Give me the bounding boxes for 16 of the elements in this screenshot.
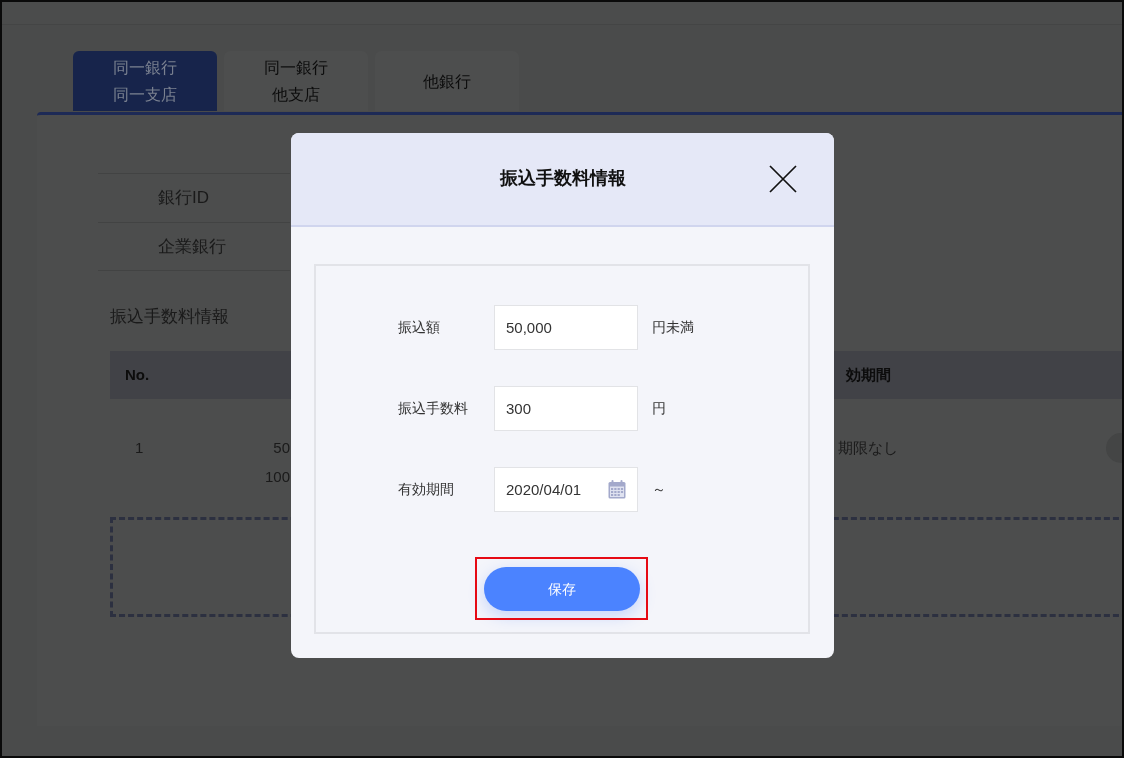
dialog-title: 振込手数料情報	[498, 168, 627, 190]
branch-tab[interactable]: 同一銀行 同一支店	[73, 51, 217, 111]
field-label: 振込額	[398, 318, 441, 337]
column-header: No.	[124, 364, 151, 385]
field-label: 有効期間	[398, 480, 455, 499]
close-icon	[769, 165, 797, 193]
field-suffix: 円	[652, 399, 666, 418]
input-field[interactable]: 50,000	[494, 305, 638, 350]
field-suffix: 円未満	[652, 318, 694, 337]
field-label: 振込手数料	[398, 399, 469, 418]
input-field[interactable]: 300	[494, 386, 638, 431]
column-header: 効期間	[846, 364, 891, 385]
save-button[interactable]: 保存	[484, 567, 640, 611]
close-button[interactable]	[769, 165, 797, 193]
field-suffix: ～	[652, 480, 666, 499]
date-field[interactable]: 2020/04/01	[494, 467, 638, 512]
